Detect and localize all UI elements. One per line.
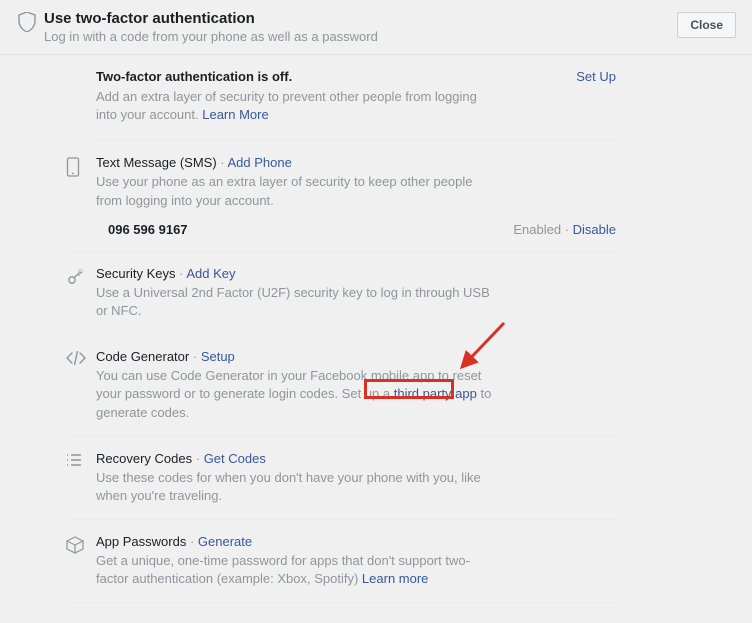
learn-more-link[interactable]: Learn More	[202, 107, 268, 122]
highlight-box	[364, 379, 454, 399]
keys-section: Security Keys · Add Key Use a Universal …	[66, 252, 616, 335]
apppw-desc: Get a unique, one-time password for apps…	[96, 552, 496, 588]
codegen-title: Code Generator	[96, 349, 189, 364]
status-desc: Add an extra layer of security to preven…	[96, 88, 496, 124]
page-header: Use two-factor authentication Log in wit…	[0, 0, 752, 55]
shield-icon	[18, 10, 44, 32]
phone-icon	[66, 155, 96, 236]
phone-number: 096 596 9167	[108, 222, 188, 237]
sms-desc: Use your phone as an extra layer of secu…	[96, 173, 496, 209]
code-icon	[66, 349, 96, 422]
sms-section: Text Message (SMS) · Add Phone Use your …	[66, 141, 616, 251]
generate-link[interactable]: Generate	[198, 534, 252, 549]
keys-title: Security Keys	[96, 266, 175, 281]
apppw-learn-more-link[interactable]: Learn more	[362, 571, 428, 586]
close-button[interactable]: Close	[677, 12, 736, 38]
codegen-section: Code Generator · Setup You can use Code …	[66, 335, 616, 437]
list-icon	[66, 451, 96, 505]
add-key-link[interactable]: Add Key	[186, 266, 235, 281]
apppw-title: App Passwords	[96, 534, 186, 549]
annotation-arrow-icon	[454, 315, 514, 375]
recovery-section: Recovery Codes · Get Codes Use these cod…	[66, 437, 616, 520]
sms-title: Text Message (SMS)	[96, 155, 217, 170]
recovery-title: Recovery Codes	[96, 451, 192, 466]
enabled-label: Enabled	[513, 222, 561, 237]
apppw-section: App Passwords · Generate Get a unique, o…	[66, 520, 616, 603]
codegen-setup-link[interactable]: Setup	[201, 349, 235, 364]
keys-desc: Use a Universal 2nd Factor (U2F) securit…	[96, 284, 496, 320]
key-icon	[66, 266, 96, 320]
page-title: Use two-factor authentication	[44, 10, 677, 27]
page-subtitle: Log in with a code from your phone as we…	[44, 29, 677, 44]
add-phone-link[interactable]: Add Phone	[228, 155, 292, 170]
box-icon	[66, 534, 96, 588]
get-codes-link[interactable]: Get Codes	[204, 451, 266, 466]
disable-link[interactable]: Disable	[573, 222, 616, 237]
status-title: Two-factor authentication is off.	[96, 69, 292, 84]
status-block: Two-factor authentication is off. Set Up…	[96, 69, 616, 141]
recovery-desc: Use these codes for when you don't have …	[96, 469, 496, 505]
setup-link[interactable]: Set Up	[576, 69, 616, 84]
